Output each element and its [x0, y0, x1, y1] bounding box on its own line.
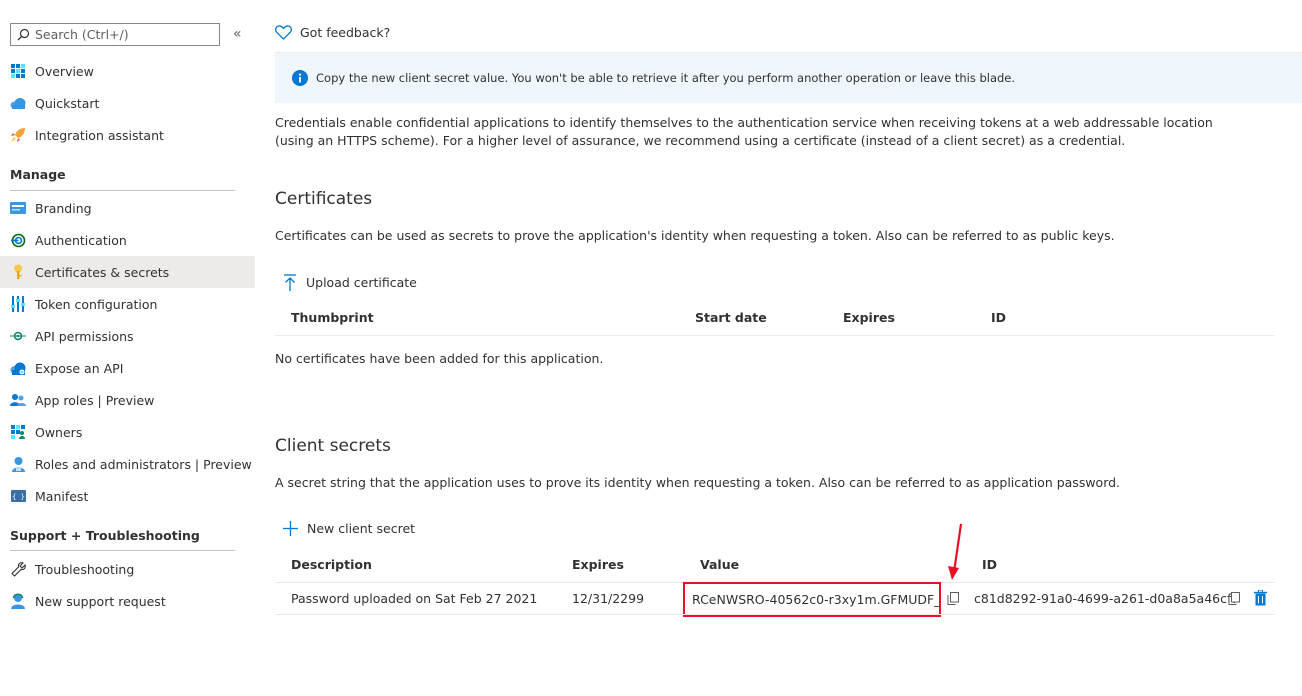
copy-icon — [1228, 592, 1240, 605]
cloud-icon — [10, 95, 26, 111]
secrets-column-value[interactable]: Value — [700, 557, 739, 572]
sidebar-item-label: Troubleshooting — [35, 561, 135, 577]
section-divider — [10, 190, 235, 191]
rocket-icon — [10, 127, 26, 143]
secret-value-highlight[interactable]: RCeNWSRO-40562c0-r3xy1m.GFMUDF_-F- — [683, 582, 941, 617]
search-input[interactable] — [35, 27, 205, 42]
secret-description: Password uploaded on Sat Feb 27 2021 — [291, 591, 538, 606]
sidebar-item-quickstart[interactable]: Quickstart — [0, 87, 255, 119]
upload-certificate-button[interactable]: Upload certificate — [283, 274, 417, 291]
sidebar-item-manifest[interactable]: { } Manifest — [0, 480, 255, 512]
sidebar-item-label: Integration assistant — [35, 127, 164, 143]
certificates-column-id[interactable]: ID — [991, 310, 1006, 325]
sidebar-item-api-permissions[interactable]: API permissions — [0, 320, 255, 352]
sidebar-item-owners[interactable]: Owners — [0, 416, 255, 448]
copy-id-button[interactable] — [1228, 592, 1240, 605]
section-divider — [10, 550, 235, 551]
info-message-text: Copy the new client secret value. You wo… — [316, 71, 1016, 85]
sidebar-item-label: New support request — [35, 593, 166, 609]
certificates-column-expires[interactable]: Expires — [843, 310, 895, 325]
sidebar-item-certificates-secrets[interactable]: Certificates & secrets — [0, 256, 255, 288]
api-permissions-icon — [10, 328, 26, 344]
table-row-divider — [275, 614, 1275, 615]
sidebar-item-troubleshooting[interactable]: Troubleshooting — [0, 553, 255, 585]
info-icon — [292, 70, 308, 86]
sidebar: « Overview Quickstart Integration assist… — [0, 0, 255, 696]
certificates-title: Certificates — [275, 189, 373, 209]
sidebar-item-label: Manifest — [35, 488, 89, 504]
sidebar-item-app-roles[interactable]: App roles | Preview — [0, 384, 255, 416]
grid-icon — [10, 63, 26, 79]
secret-id: c81d8292-91a0-4699-a261-d0a8a5a46cf7 — [974, 591, 1240, 606]
upload-icon — [284, 274, 296, 291]
key-icon — [10, 264, 26, 280]
trash-icon — [1254, 590, 1267, 606]
upload-certificate-label: Upload certificate — [306, 275, 417, 290]
wrench-icon — [10, 561, 26, 577]
certificates-column-start-date[interactable]: Start date — [695, 310, 767, 325]
sidebar-item-label: Branding — [35, 200, 92, 216]
client-secrets-description: A secret string that the application use… — [275, 475, 1121, 490]
manage-section-title: Manage — [10, 167, 66, 182]
sidebar-item-expose-api[interactable]: Expose an API — [0, 352, 255, 384]
sidebar-item-authentication[interactable]: Authentication — [0, 224, 255, 256]
svg-text:{ }: { } — [12, 493, 25, 501]
sidebar-item-token-configuration[interactable]: Token configuration — [0, 288, 255, 320]
sidebar-item-label: Overview — [35, 63, 94, 79]
main-content: Got feedback? Copy the new client secret… — [275, 0, 1302, 696]
secret-value[interactable]: RCeNWSRO-40562c0-r3xy1m.GFMUDF_-F- — [692, 592, 939, 607]
owners-icon — [10, 424, 26, 440]
sidebar-item-branding[interactable]: Branding — [0, 192, 255, 224]
cloud-api-icon — [10, 360, 26, 376]
copy-value-button[interactable] — [947, 592, 959, 605]
sidebar-item-label: Token configuration — [35, 296, 158, 312]
branding-icon — [10, 200, 26, 216]
certificates-column-thumbprint[interactable]: Thumbprint — [291, 310, 374, 325]
sidebar-item-label: API permissions — [35, 328, 134, 344]
sidebar-item-overview[interactable]: Overview — [0, 55, 255, 87]
sidebar-item-label: Quickstart — [35, 95, 100, 111]
secrets-column-id[interactable]: ID — [982, 557, 997, 572]
manifest-icon: { } — [10, 488, 26, 504]
credentials-intro: Credentials enable confidential applicat… — [275, 115, 1213, 148]
authentication-icon — [10, 232, 26, 248]
info-message-bar: Copy the new client secret value. You wo… — [275, 53, 1302, 103]
feedback-label: Got feedback? — [300, 25, 391, 40]
secrets-column-description[interactable]: Description — [291, 557, 372, 572]
search-icon — [17, 28, 30, 41]
table-header-divider — [275, 335, 1275, 336]
new-client-secret-button[interactable]: New client secret — [283, 521, 415, 536]
sidebar-item-label: Owners — [35, 424, 83, 440]
sidebar-item-label: Certificates & secrets — [35, 264, 170, 280]
sidebar-item-label: Roles and administrators | Preview — [35, 456, 252, 472]
secrets-column-expires[interactable]: Expires — [572, 557, 624, 572]
app-roles-icon — [10, 392, 26, 408]
sidebar-item-integration-assistant[interactable]: Integration assistant — [0, 119, 255, 151]
roles-icon — [10, 456, 26, 472]
collapse-sidebar-button[interactable]: « — [233, 26, 242, 42]
sidebar-item-new-support-request[interactable]: New support request — [0, 585, 255, 617]
sidebar-item-roles-administrators[interactable]: Roles and administrators | Preview — [0, 448, 255, 480]
client-secrets-title: Client secrets — [275, 436, 391, 456]
new-client-secret-label: New client secret — [307, 521, 416, 536]
support-section-title: Support + Troubleshooting — [10, 528, 200, 543]
feedback-button[interactable]: Got feedback? — [275, 25, 390, 40]
token-icon — [10, 296, 26, 312]
sidebar-item-label: App roles | Preview — [35, 392, 155, 408]
annotation-arrow — [948, 523, 963, 580]
support-person-icon — [10, 593, 26, 609]
copy-icon — [947, 592, 959, 605]
certificates-empty-message: No certificates have been added for this… — [275, 351, 604, 366]
search-box[interactable] — [10, 23, 220, 46]
delete-secret-button[interactable] — [1254, 590, 1267, 606]
sidebar-item-label: Authentication — [35, 232, 127, 248]
certificates-description: Certificates can be used as secrets to p… — [275, 228, 1115, 243]
sidebar-item-label: Expose an API — [35, 360, 124, 376]
plus-icon — [283, 521, 298, 536]
secret-expires: 12/31/2299 — [572, 591, 645, 606]
heart-icon — [275, 25, 292, 40]
